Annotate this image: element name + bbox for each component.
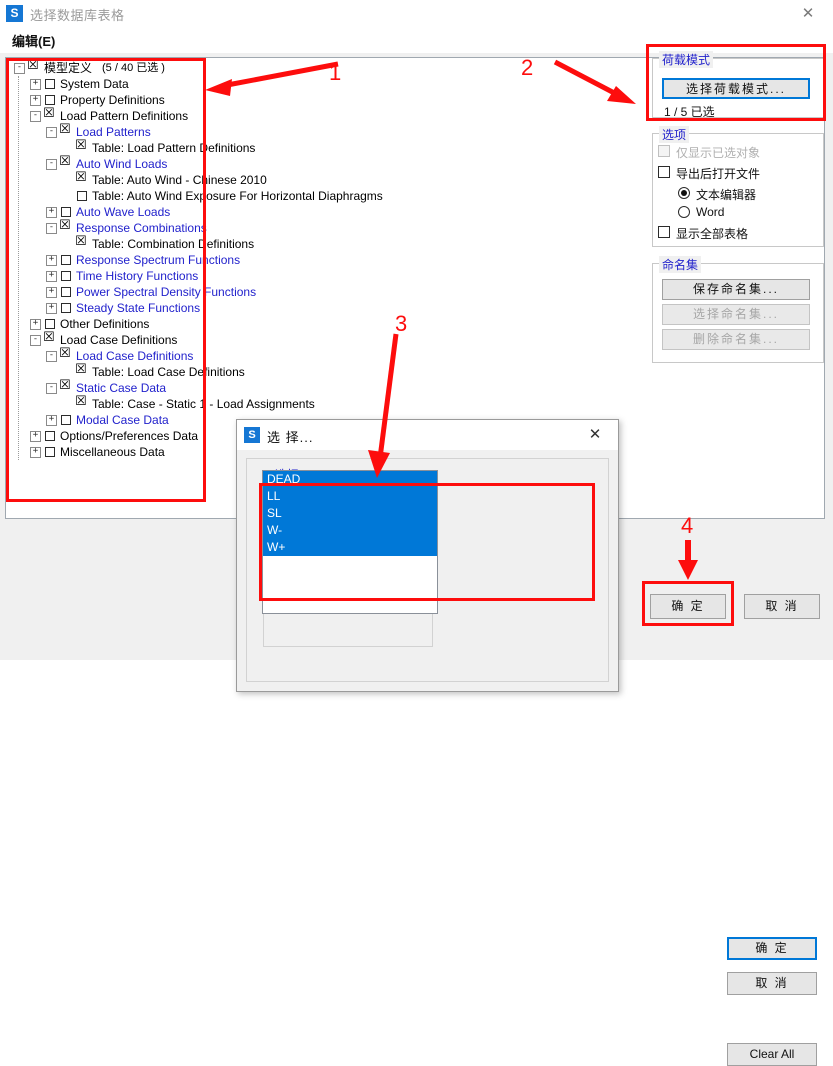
- menu-item-edit-label: 编辑(E): [12, 34, 56, 49]
- annotation-box-tree: [6, 58, 206, 502]
- window-titlebar: S 选择数据库表格 ✕: [0, 0, 833, 27]
- only-selected-checkbox: [658, 145, 670, 157]
- named-sets-group-title: 命名集: [659, 256, 702, 273]
- annotation-box-ok: [642, 581, 734, 626]
- show-all-tables-label: 显示全部表格: [676, 227, 749, 241]
- cancel-button[interactable]: 取 消: [744, 594, 820, 619]
- delete-named-set-button: 删除命名集...: [662, 329, 810, 350]
- show-all-tables-checkbox[interactable]: [658, 226, 670, 238]
- options-group-title: 选项: [659, 126, 690, 143]
- open-after-export-checkbox[interactable]: [658, 166, 670, 178]
- word-radio[interactable]: [678, 206, 690, 218]
- menu-item-edit[interactable]: 编辑(E): [12, 31, 55, 50]
- text-editor-label: 文本编辑器: [696, 188, 757, 202]
- dialog-cancel-button[interactable]: 取 消: [727, 972, 817, 995]
- annotation-box-listbox: [259, 483, 595, 601]
- select-named-set-button: 选择命名集...: [662, 304, 810, 325]
- open-after-export-label: 导出后打开文件: [676, 167, 761, 181]
- dialog-clear-all-button[interactable]: Clear All: [727, 1043, 817, 1066]
- select-dialog-titlebar: S 选 择... ✕: [237, 420, 618, 450]
- annotation-number-1: 1: [329, 60, 342, 85]
- dialog-close-icon[interactable]: ✕: [582, 424, 608, 446]
- app-icon: S: [6, 5, 23, 22]
- select-dialog-title: 选 择...: [267, 430, 314, 445]
- text-editor-radio[interactable]: [678, 187, 690, 199]
- annotation-number-3: 3: [395, 311, 408, 336]
- annotation-number-2: 2: [521, 55, 534, 80]
- window-title: 选择数据库表格: [30, 8, 125, 23]
- dialog-ok-button[interactable]: 确 定: [727, 937, 817, 960]
- only-selected-label: 仅显示已选对象: [676, 146, 761, 160]
- save-named-set-button[interactable]: 保存命名集...: [662, 279, 810, 300]
- close-icon[interactable]: ✕: [791, 2, 825, 26]
- annotation-number-4: 4: [681, 513, 694, 538]
- dialog-app-icon: S: [244, 427, 260, 443]
- word-label: Word: [696, 205, 725, 219]
- annotation-box-load-mode: [646, 44, 826, 121]
